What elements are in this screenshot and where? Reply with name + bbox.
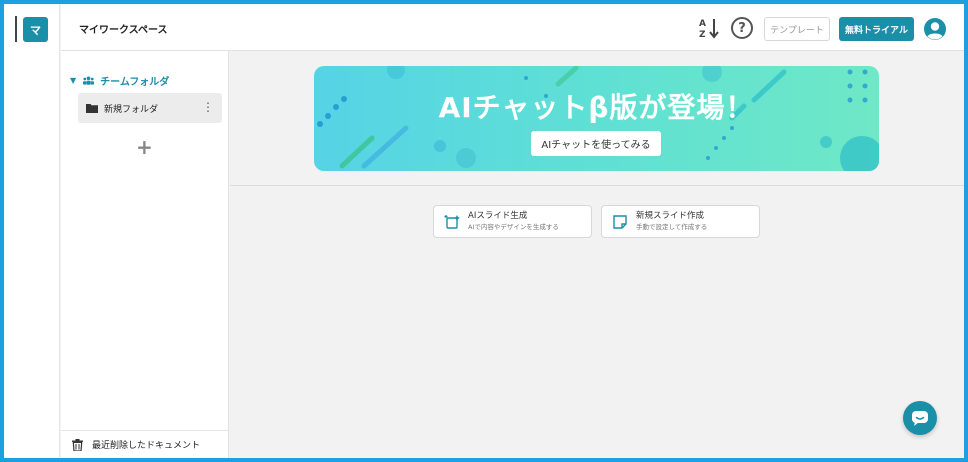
app-window: マ マイワークスペース A Z ? テンプレート 無料トライアル ▼ チームフォ…	[4, 4, 964, 458]
chevron-down-icon: ▼	[70, 76, 77, 85]
main-content: AIチャットβ版が登場！ AIチャットを使ってみる AIスライド生成 AIで内容…	[230, 51, 964, 458]
ai-chat-banner[interactable]: AIチャットβ版が登場！ AIチャットを使ってみる	[314, 66, 879, 171]
create-options: AIスライド生成 AIで内容やデザインを生成する 新規スライド作成 手動で設定し…	[433, 205, 760, 238]
card-title: 新規スライド作成	[636, 211, 705, 221]
card-subtitle: 手動で設定して作成する	[636, 223, 708, 231]
card-title: AIスライド生成	[468, 211, 528, 221]
workspace-badge[interactable]: マ	[23, 17, 48, 42]
folder-item[interactable]: 新規フォルダ ⋮	[78, 93, 222, 123]
kebab-menu-icon[interactable]: ⋮	[202, 100, 214, 114]
template-button[interactable]: テンプレート	[764, 17, 830, 41]
help-icon[interactable]: ?	[731, 17, 753, 39]
folder-icon	[86, 103, 98, 113]
folder-label: 新規フォルダ	[104, 104, 159, 115]
card-subtitle: AIで内容やデザインを生成する	[468, 223, 559, 231]
add-folder-icon[interactable]: +	[136, 135, 153, 159]
try-ai-chat-button[interactable]: AIチャットを使ってみる	[531, 131, 661, 156]
workspace-title: マイワークスペース	[79, 25, 168, 36]
ai-slide-card[interactable]: AIスライド生成 AIで内容やデザインを生成する	[433, 205, 592, 238]
team-folder-header[interactable]: ▼ チームフォルダ	[70, 73, 169, 88]
folder-sidebar: ▼ チームフォルダ 新規フォルダ ⋮ + 最近削除したドキュメント	[61, 51, 229, 458]
workspace-rail: マ	[4, 4, 60, 458]
svg-text:A: A	[699, 19, 706, 29]
sort-az-icon[interactable]: A Z	[697, 16, 721, 40]
trash-icon	[72, 438, 83, 451]
new-slide-icon	[612, 214, 628, 230]
team-folder-label: チームフォルダ	[100, 77, 170, 88]
recently-deleted-link[interactable]: 最近削除したドキュメント	[61, 430, 229, 458]
ai-slide-icon	[444, 214, 460, 230]
top-header: マイワークスペース A Z ? テンプレート 無料トライアル	[61, 4, 964, 51]
new-slide-card[interactable]: 新規スライド作成 手動で設定して作成する	[601, 205, 760, 238]
free-trial-button[interactable]: 無料トライアル	[839, 17, 914, 41]
team-icon	[83, 76, 95, 85]
svg-text:Z: Z	[699, 30, 706, 40]
banner-title: AIチャットβ版が登場！	[438, 91, 755, 124]
banner-area: AIチャットβ版が登場！ AIチャットを使ってみる	[230, 51, 964, 186]
chat-support-icon[interactable]	[903, 401, 937, 435]
active-indicator	[15, 16, 17, 42]
trash-label: 最近削除したドキュメント	[92, 441, 201, 451]
user-avatar-icon[interactable]	[923, 17, 947, 41]
